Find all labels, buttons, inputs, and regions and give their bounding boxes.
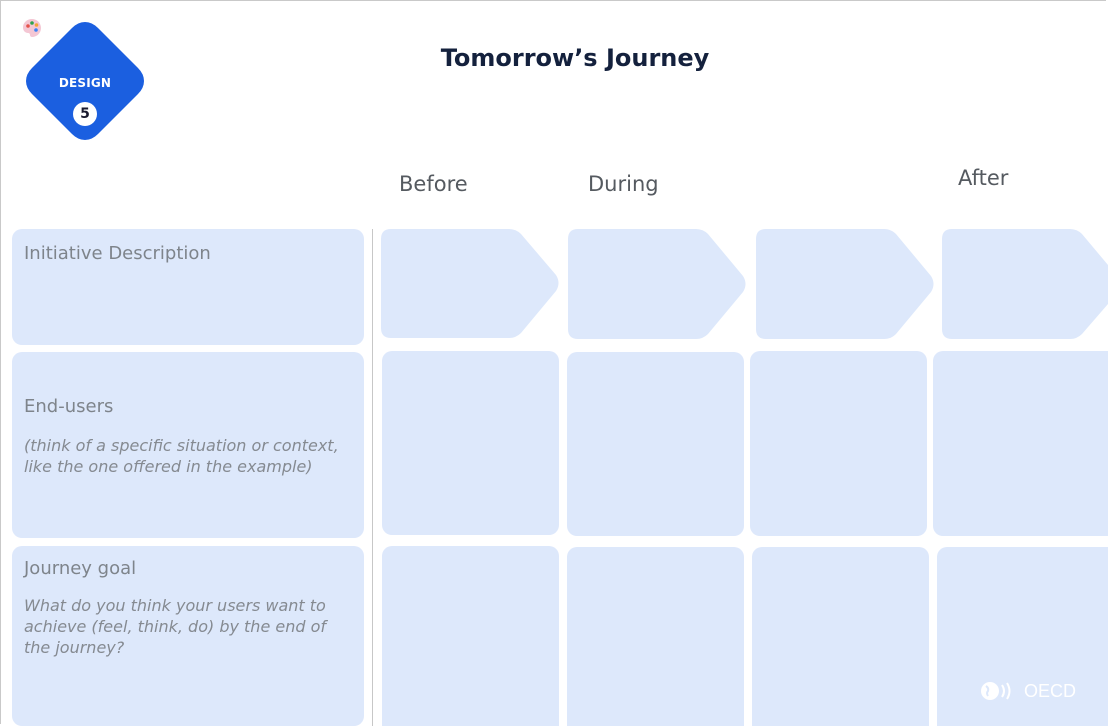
end-users-during-cell[interactable] (567, 352, 744, 536)
column-header-after: After (958, 166, 1009, 190)
page-title: Tomorrow’s Journey (440, 44, 710, 72)
oecd-logo: OECD (980, 680, 1076, 702)
badge-label: DESIGN (58, 76, 112, 90)
initiative-during-cell[interactable] (568, 229, 749, 339)
design-step-badge: DESIGN 5 (22, 18, 148, 144)
column-header-during: During (588, 172, 659, 196)
initiative-after-cell[interactable] (942, 229, 1108, 339)
end-users-before-cell[interactable] (382, 351, 559, 535)
end-users-label: End-users (24, 396, 114, 417)
row-label-journey-goal[interactable]: Journey goal What do you think your user… (12, 546, 364, 726)
journey-goal-label: Journey goal (24, 558, 137, 579)
column-divider (372, 229, 373, 726)
initiative-label: Initiative Description (24, 243, 211, 264)
row-label-initiative[interactable]: Initiative Description (12, 229, 364, 345)
column-header-before: Before (399, 172, 468, 196)
oecd-logo-text: OECD (1024, 680, 1077, 701)
journey-goal-during-cell[interactable] (567, 547, 744, 726)
journey-goal-between-cell[interactable] (752, 547, 929, 726)
row-label-end-users[interactable]: End-users (think of a specific situation… (12, 352, 364, 538)
journey-goal-before-cell[interactable] (382, 546, 559, 726)
oecd-logo-mark-icon (981, 682, 1011, 700)
initiative-before-cell[interactable] (381, 229, 562, 338)
end-users-between-cell[interactable] (750, 351, 927, 536)
initiative-between-cell[interactable] (756, 229, 937, 339)
journey-goal-hint: What do you think your users want to ach… (24, 596, 327, 657)
badge-step-number: 5 (73, 102, 97, 126)
end-users-hint: (think of a specific situation or contex… (24, 436, 339, 476)
palette-icon (23, 19, 41, 37)
end-users-after-cell[interactable] (933, 351, 1108, 536)
